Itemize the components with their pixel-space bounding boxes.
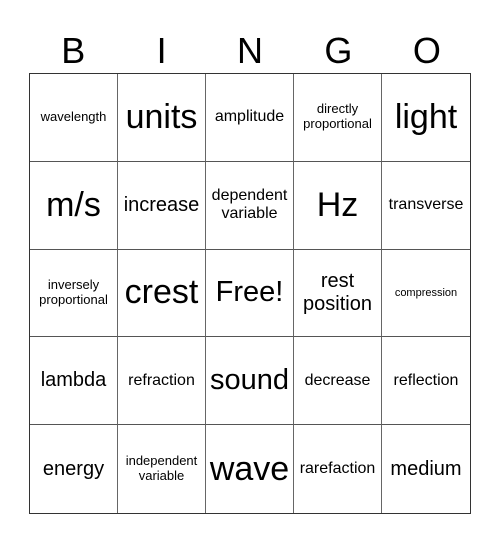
bingo-cell[interactable]: light [382,74,470,162]
bingo-cell[interactable]: m/s [30,161,118,250]
bingo-card-grid: wavelength units amplitude directly proport… [29,73,471,514]
bingo-cell[interactable]: Hz [294,161,382,250]
bingo-cell[interactable]: rest position [294,249,382,338]
bingo-cell[interactable]: compression [382,250,470,338]
bingo-cell[interactable]: inversely proportional [30,249,118,338]
header-letter-g: G [324,30,353,71]
header-letter-i: I [156,30,167,71]
bingo-cell[interactable]: amplitude [206,74,294,162]
bingo-cell[interactable]: crest [118,249,206,338]
bingo-cell[interactable]: wavelength [30,74,118,162]
bingo-cell[interactable]: energy [30,425,118,513]
bingo-cell[interactable]: transverse [382,162,470,250]
bingo-cell[interactable]: medium [382,425,470,513]
bingo-cell[interactable]: directly proportional [294,74,382,162]
header-letter-n: N [237,30,264,71]
bingo-cell[interactable]: reflection [382,337,470,426]
bingo-cell[interactable]: dependent variable [206,161,294,250]
bingo-cell[interactable]: sound [206,337,294,426]
bingo-cell[interactable]: lambda [30,337,118,426]
free-space-cell[interactable]: Free! [206,249,294,338]
header-letter-b: B [61,30,86,71]
bingo-cell[interactable]: rarefaction [294,425,382,513]
bingo-header: B I N G O [29,28,471,73]
bingo-cell[interactable]: refraction [118,337,206,426]
bingo-cell[interactable]: wave [206,425,294,513]
bingo-cell[interactable]: increase [118,161,206,250]
header-letter-o: O [412,30,441,71]
bingo-cell[interactable]: decrease [294,337,382,426]
bingo-cell[interactable]: units [118,74,206,162]
bingo-cell[interactable]: independent variable [118,425,206,513]
